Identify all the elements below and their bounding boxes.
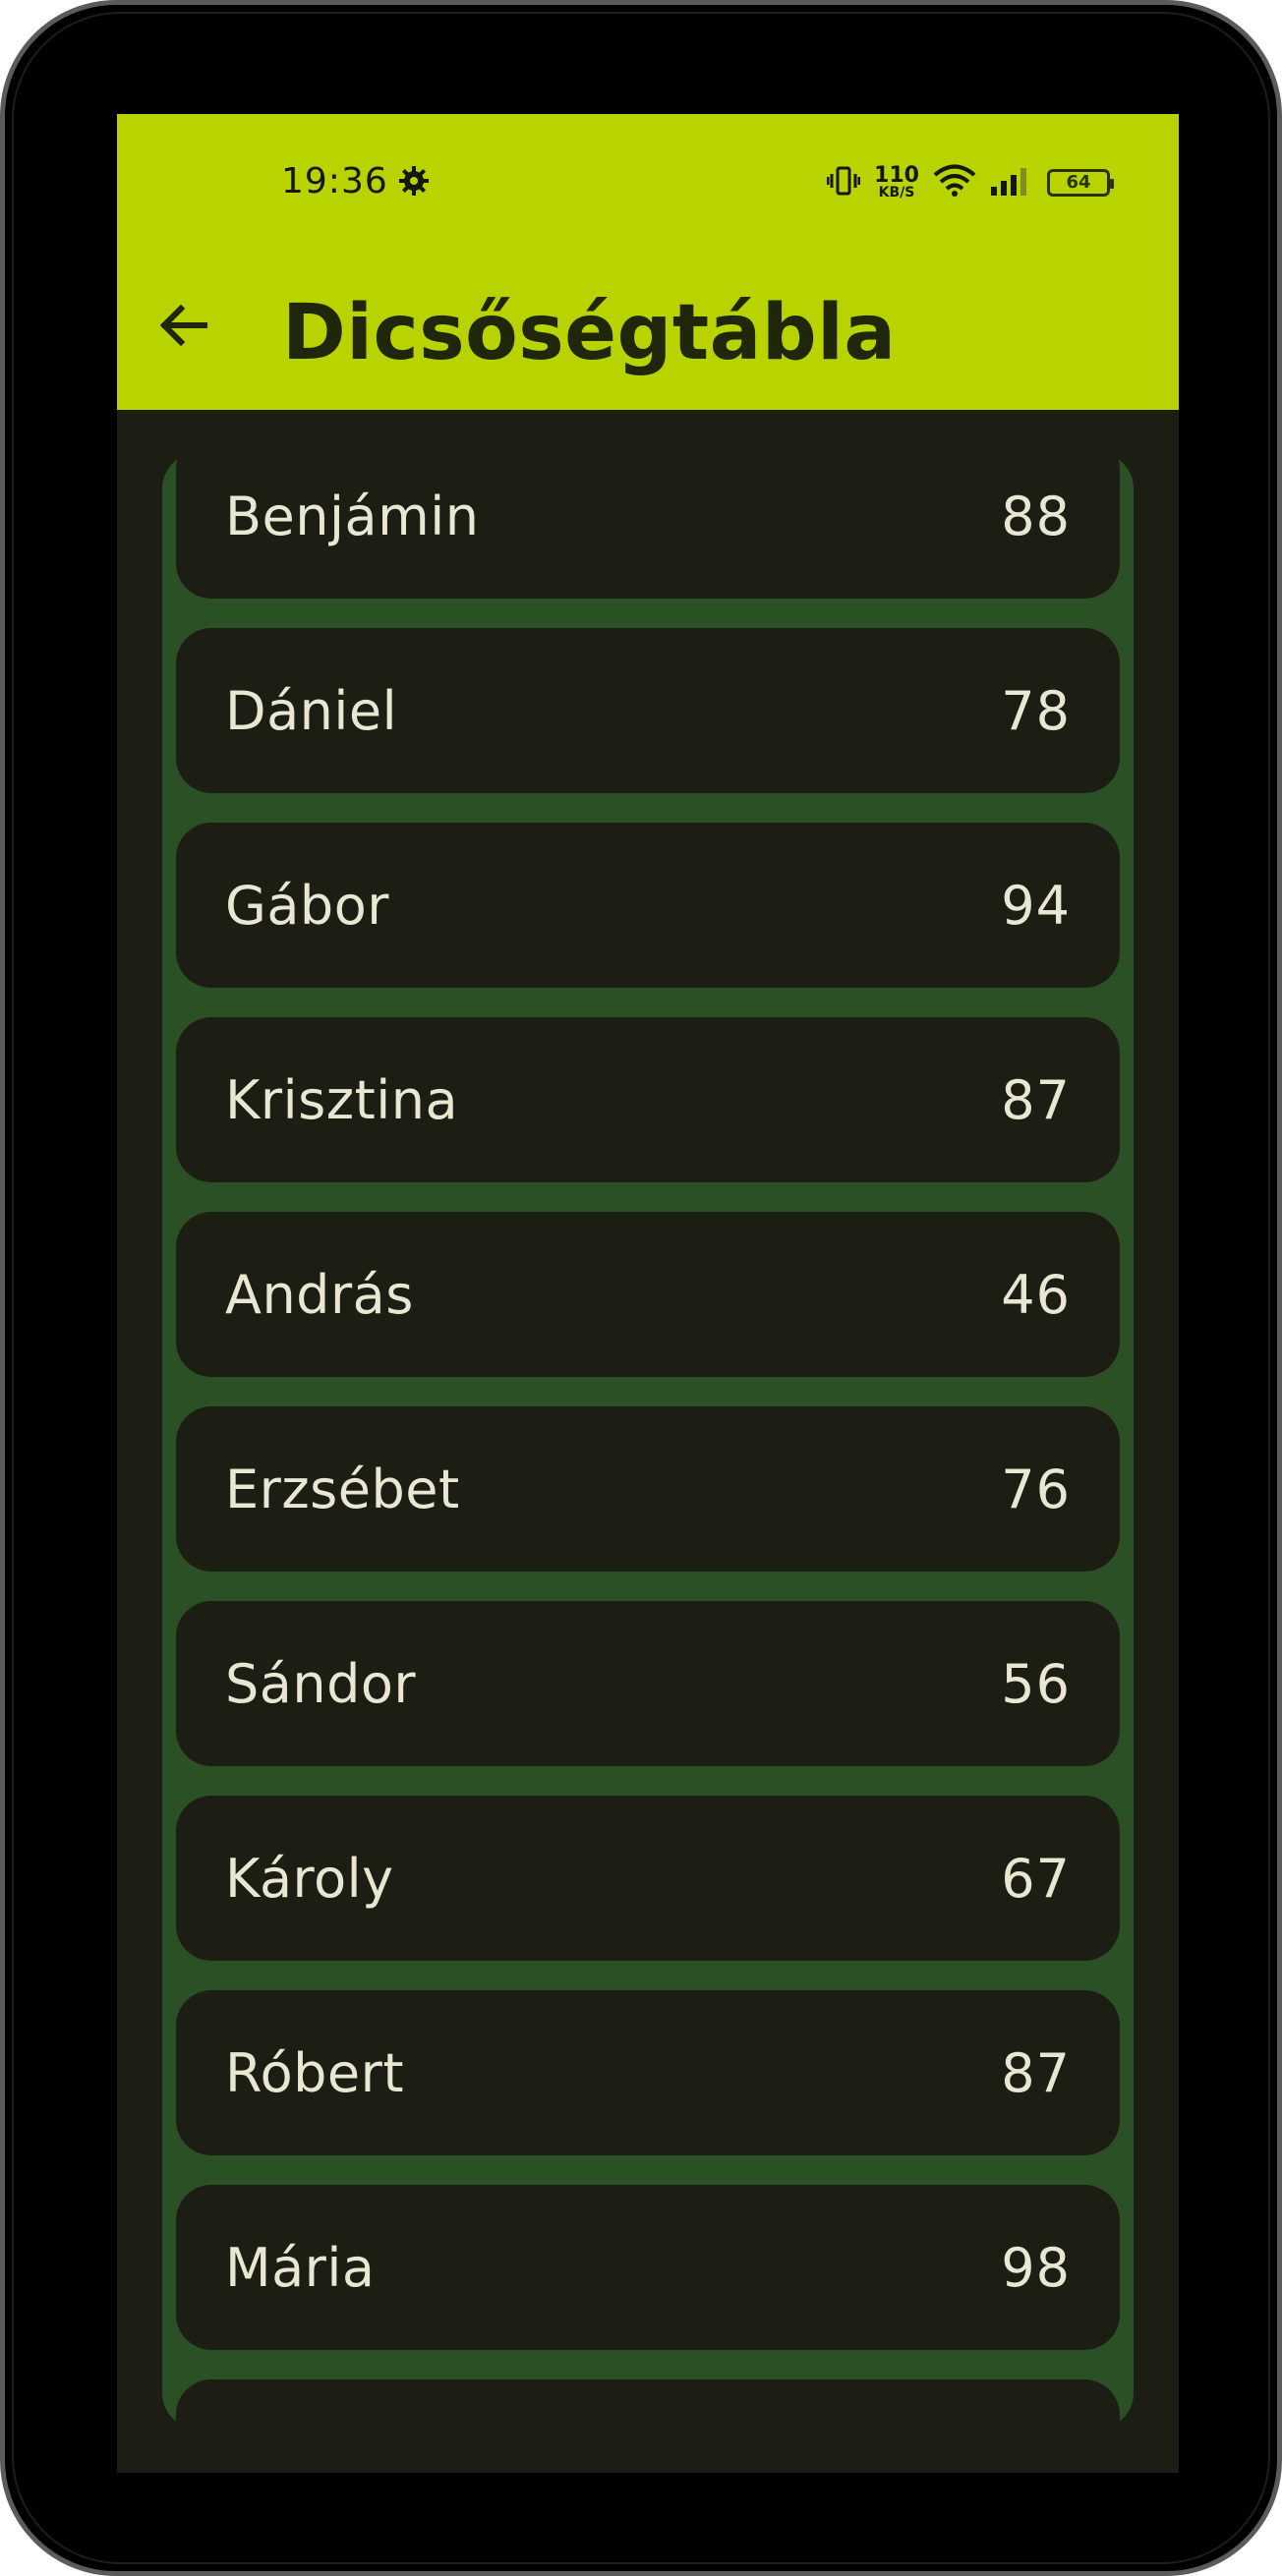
network-speed-unit: KB/S	[878, 185, 915, 200]
leaderboard-item[interactable]: Mária 98	[176, 2185, 1120, 2350]
player-score: 98	[1001, 2236, 1071, 2299]
player-name: Erzsébet	[225, 1458, 460, 1520]
leaderboard-item[interactable]: Krisztina 87	[176, 1017, 1120, 1182]
battery-icon: 64	[1047, 169, 1114, 197]
player-score: 94	[1001, 874, 1071, 937]
leaderboard-item[interactable]: Róbert 87	[176, 1990, 1120, 2155]
vibrate-icon	[826, 165, 861, 200]
player-name: Sándor	[225, 1652, 417, 1715]
leaderboard-item[interactable]: Gábor 94	[176, 823, 1120, 988]
arrow-left-icon	[159, 304, 207, 347]
player-score: 67	[1001, 1847, 1071, 1910]
player-score: 87	[1001, 2041, 1071, 2104]
leaderboard-item[interactable]	[176, 2379, 1120, 2429]
player-name: Mária	[225, 2236, 376, 2299]
player-name: Dániel	[225, 679, 398, 742]
status-bar: 19:36 110 KB/S 64	[117, 114, 1179, 252]
leaderboard-item[interactable]: Erzsébet 76	[176, 1406, 1120, 1572]
player-score: 76	[1001, 1458, 1071, 1520]
battery-level: 64	[1066, 172, 1091, 193]
signal-icon	[990, 165, 1033, 200]
app-screen: 19:36 110 KB/S 64 Dicsőségtábla Benjámin…	[117, 114, 1179, 2473]
leaderboard-item[interactable]: Benjámin 88	[176, 453, 1120, 599]
player-score: 46	[1001, 1263, 1071, 1326]
player-score: 56	[1001, 1652, 1071, 1715]
page-title: Dicsőségtábla	[282, 289, 897, 377]
settings-gear-icon	[396, 163, 432, 199]
leaderboard-item[interactable]: Sándor 56	[176, 1601, 1120, 1766]
status-time: 19:36	[281, 161, 388, 201]
leaderboard-item[interactable]: András 46	[176, 1212, 1120, 1377]
player-name: Krisztina	[225, 1068, 459, 1131]
player-score: 78	[1001, 679, 1071, 742]
title-row: Dicsőségtábla	[117, 271, 1179, 389]
leaderboard-list-container[interactable]: Benjámin 88 Dániel 78 Gábor 94 Krisztina…	[162, 453, 1134, 2429]
leaderboard-item[interactable]: Károly 67	[176, 1796, 1120, 1961]
leaderboard-item[interactable]: Dániel 78	[176, 628, 1120, 793]
player-name: András	[225, 1263, 414, 1326]
player-name: Gábor	[225, 874, 389, 937]
player-name: Benjámin	[225, 485, 480, 547]
player-name: Róbert	[225, 2041, 405, 2104]
network-speed: 110 KB/S	[874, 163, 919, 200]
network-speed-value: 110	[874, 163, 919, 188]
back-button[interactable]	[148, 291, 217, 360]
wifi-icon	[933, 164, 976, 201]
status-icons: 110 KB/S 64	[826, 163, 1114, 202]
phone-frame: 19:36 110 KB/S 64 Dicsőségtábla Benjámin…	[0, 0, 1282, 2576]
player-score: 87	[1001, 1068, 1071, 1131]
top-app-bar: 19:36 110 KB/S 64 Dicsőségtábla	[117, 114, 1179, 410]
player-score: 88	[1001, 485, 1071, 547]
player-name: Károly	[225, 1847, 394, 1910]
